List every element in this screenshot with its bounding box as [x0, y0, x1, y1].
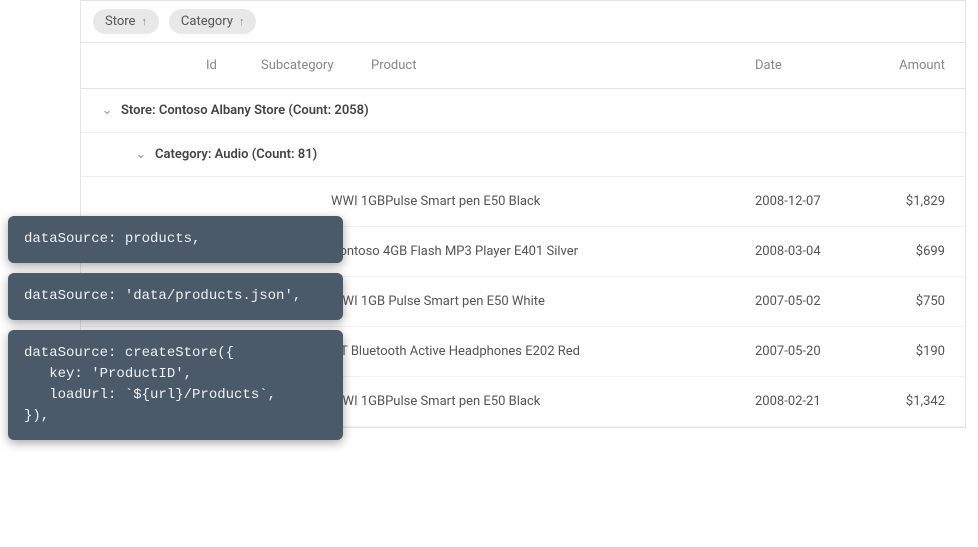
cell-date: 2008-03-04	[755, 244, 875, 259]
sort-up-icon: ↑	[141, 15, 147, 28]
group-chip-store[interactable]: Store ↑	[93, 9, 159, 34]
cell-amount: $190	[875, 344, 965, 359]
code-block-1: dataSource: products,	[8, 216, 343, 263]
code-overlay-stack: dataSource: products, dataSource: 'data/…	[8, 216, 343, 450]
group-panel: Store ↑ Category ↑	[81, 1, 965, 43]
column-header-amount[interactable]: Amount	[875, 58, 965, 73]
column-header-product[interactable]: Product	[371, 58, 755, 73]
group-chip-label: Category	[181, 14, 233, 29]
chevron-down-icon[interactable]: ⌄	[127, 147, 155, 162]
chevron-down-icon[interactable]: ⌄	[93, 103, 121, 118]
cell-date: 2008-12-07	[755, 194, 875, 209]
group-row-store[interactable]: ⌄ Store: Contoso Albany Store (Count: 20…	[81, 89, 965, 133]
group-row-category[interactable]: ⌄ Category: Audio (Count: 81)	[81, 133, 965, 177]
cell-amount: $750	[875, 294, 965, 309]
column-header-row: Id Subcategory Product Date Amount	[81, 43, 965, 89]
group-row-text: Store: Contoso Albany Store (Count: 2058…	[121, 103, 369, 118]
column-header-id[interactable]: Id	[206, 58, 261, 73]
cell-product: WWI 1GB Pulse Smart pen E50 White	[331, 294, 755, 309]
cell-product: WWI 1GBPulse Smart pen E50 Black	[331, 194, 755, 209]
cell-amount: $699	[875, 244, 965, 259]
cell-product: Contoso 4GB Flash MP3 Player E401 Silver	[331, 244, 755, 259]
cell-product: WWI 1GBPulse Smart pen E50 Black	[331, 394, 755, 409]
cell-product: NT Bluetooth Active Headphones E202 Red	[331, 344, 755, 359]
cell-amount: $1,829	[875, 194, 965, 209]
group-chip-label: Store	[105, 14, 135, 29]
group-row-text: Category: Audio (Count: 81)	[155, 147, 317, 162]
cell-date: 2008-02-21	[755, 394, 875, 409]
sort-up-icon: ↑	[239, 15, 245, 28]
cell-date: 2007-05-20	[755, 344, 875, 359]
code-block-2: dataSource: 'data/products.json',	[8, 273, 343, 320]
code-block-3: dataSource: createStore({ key: 'ProductI…	[8, 330, 343, 440]
cell-date: 2007-05-02	[755, 294, 875, 309]
cell-amount: $1,342	[875, 394, 965, 409]
column-header-date[interactable]: Date	[755, 58, 875, 73]
group-chip-category[interactable]: Category ↑	[169, 9, 257, 34]
column-header-subcategory[interactable]: Subcategory	[261, 58, 371, 73]
